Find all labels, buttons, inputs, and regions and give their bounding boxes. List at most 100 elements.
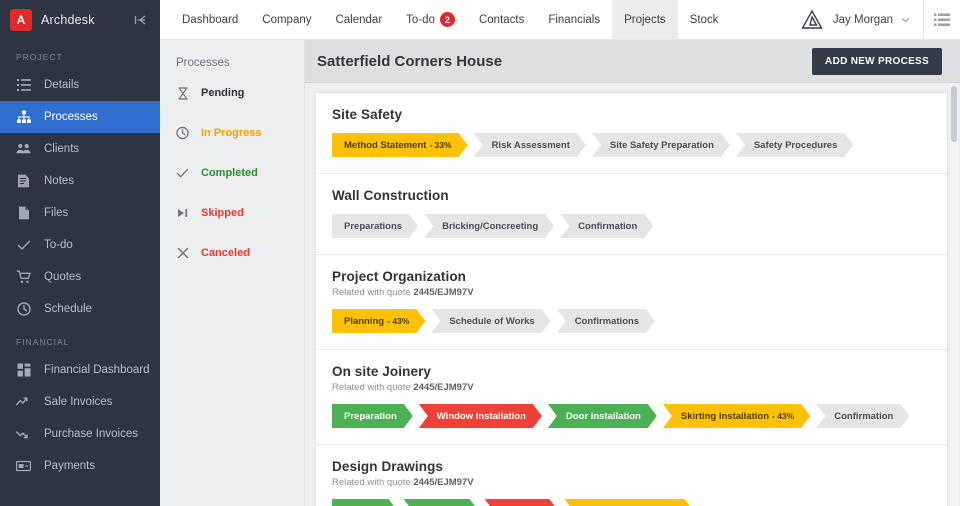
nav-tab-financials[interactable]: Financials <box>536 0 612 39</box>
filter-label: In Progress <box>201 127 262 139</box>
process-step[interactable]: Revision <box>485 499 559 506</box>
filter-label: Completed <box>201 167 258 179</box>
sidebar-section-label: PROJECT <box>0 40 160 69</box>
process-title: Site Safety <box>332 107 931 122</box>
user-menu[interactable]: Jay Morgan <box>794 0 924 40</box>
process-title: On site Joinery <box>332 364 931 379</box>
sidebar-item-schedule[interactable]: Schedule <box>0 293 160 325</box>
process-step-list: Preparation Window Installation Door insta… <box>332 404 931 428</box>
nav-tab-projects[interactable]: Projects <box>612 0 678 39</box>
nav-tab-stock[interactable]: Stock <box>678 0 731 39</box>
filter-skipped[interactable]: Skipped <box>160 197 304 229</box>
brand-logo: A <box>10 9 32 31</box>
process-card[interactable]: Project Organization Related with quote 2… <box>316 255 947 350</box>
process-step[interactable]: Confirmations <box>557 309 655 333</box>
process-step[interactable]: Schedule of Works <box>431 309 550 333</box>
sidebar-item-label: To-do <box>44 239 73 251</box>
nav-tab-label: Projects <box>624 14 666 26</box>
sidebar-item-purchase-invoices[interactable]: Purchase Invoices <box>0 418 160 450</box>
sidebar-item-to-do[interactable]: To-do <box>0 229 160 261</box>
process-step[interactable]: Risk Assessment <box>474 133 586 157</box>
sidebar-item-files[interactable]: Files <box>0 197 160 229</box>
sidebar-item-label: Notes <box>44 175 74 187</box>
sidebar-item-label: Schedule <box>44 303 92 315</box>
nav-tab-badge: 2 <box>440 12 455 27</box>
nav-tab-label: Contacts <box>479 14 524 26</box>
skip-icon <box>176 207 189 220</box>
process-step-label: Window Installation <box>437 411 526 422</box>
filter-label: Canceled <box>201 247 250 259</box>
process-step-label: Method Statement <box>344 140 426 151</box>
process-card[interactable]: On site JoineryRelated with quote 2445/E… <box>316 350 947 445</box>
process-title: Project Organization <box>332 269 931 284</box>
dashboard-icon <box>16 363 31 378</box>
filter-canceled[interactable]: Canceled <box>160 237 304 269</box>
main-content: Satterfield Corners House ADD NEW PROCES… <box>305 40 960 506</box>
hourglass-icon <box>176 87 189 100</box>
process-card-list[interactable]: Site Safety Method Statement- 33% Risk Ass… <box>315 92 948 506</box>
process-step-label: Door installation <box>566 411 641 422</box>
nav-tab-dashboard[interactable]: Dashboard <box>170 0 250 39</box>
avatar <box>800 7 825 32</box>
process-step[interactable]: Planning- 43% <box>332 309 425 333</box>
brand-header: A Archdesk <box>0 0 160 40</box>
process-step[interactable]: Bricking/Concreeting <box>424 214 554 238</box>
nav-tab-to-do[interactable]: To-do2 <box>394 0 467 39</box>
process-step[interactable]: Confirmation <box>816 404 909 428</box>
process-card[interactable]: Site Safety Method Statement- 33% Risk Ass… <box>316 93 947 174</box>
process-step-label: Confirmation <box>578 221 637 232</box>
sidebar-item-payments[interactable]: Payments <box>0 450 160 482</box>
process-step[interactable]: Client Approval- 50% <box>564 499 693 506</box>
scrollbar-track[interactable] <box>950 84 958 506</box>
process-step[interactable]: Preparation <box>332 404 413 428</box>
process-step[interactable]: Drawing <box>332 499 397 506</box>
main-nav-items: DashboardCompanyCalendarTo-do2 Contacts Fi… <box>160 0 730 39</box>
nav-tab-label: Stock <box>690 14 719 26</box>
sidebar-item-details[interactable]: Details <box>0 69 160 101</box>
sidebar-item-notes[interactable]: Notes <box>0 165 160 197</box>
process-step[interactable]: Safety Procedures <box>736 133 853 157</box>
top-nav-right: Jay Morgan <box>794 0 960 39</box>
process-step[interactable]: Site Safety Preparation <box>592 133 730 157</box>
scrollbar-thumb[interactable] <box>951 86 957 142</box>
quote-number: 2445/EJM97V <box>413 477 473 488</box>
process-card[interactable]: Design DrawingsRelated with quote 2445/E… <box>316 445 947 506</box>
nav-tab-company[interactable]: Company <box>250 0 323 39</box>
filter-completed[interactable]: Completed <box>160 157 304 189</box>
filter-pending[interactable]: Pending <box>160 77 304 109</box>
sidebar-item-clients[interactable]: Clients <box>0 133 160 165</box>
clock-icon <box>176 127 189 140</box>
quote-number: 2445/EJM97V <box>413 287 473 298</box>
sidebar-item-sale-invoices[interactable]: Sale Invoices <box>0 386 160 418</box>
process-step[interactable]: Skirting Installation- 43% <box>663 404 810 428</box>
process-card[interactable]: Wall ConstructionPreparationsBricking/Co… <box>316 174 947 255</box>
process-step[interactable]: Window Installation <box>419 404 542 428</box>
chevron-down-icon <box>901 15 910 25</box>
list-menu-icon[interactable] <box>924 0 960 40</box>
process-step[interactable]: Preparations <box>332 214 418 238</box>
sidebar-item-financial-dashboard[interactable]: Financial Dashboard <box>0 354 160 386</box>
process-step-label: Risk Assessment <box>492 140 570 151</box>
payment-card-icon <box>16 459 31 474</box>
sidebar-item-processes[interactable]: Processes <box>0 101 160 133</box>
add-new-process-button[interactable]: ADD NEW PROCESS <box>812 48 942 75</box>
process-step[interactable]: Door installation <box>548 404 657 428</box>
filter-in-progress[interactable]: In Progress <box>160 117 304 149</box>
filter-label: Skipped <box>201 207 244 219</box>
note-icon <box>16 174 31 189</box>
sidebar-item-label: Processes <box>44 111 98 123</box>
process-step[interactable]: Confirmation <box>560 214 653 238</box>
collapse-left-icon[interactable] <box>132 11 150 29</box>
nav-tab-calendar[interactable]: Calendar <box>323 0 394 39</box>
process-step[interactable]: Approval <box>403 499 478 506</box>
process-related-quote: Related with quote 2445/EJM97V <box>332 287 931 298</box>
process-step[interactable]: Method Statement- 33% <box>332 133 468 157</box>
process-step-label: Planning <box>344 316 384 327</box>
process-step-label: Confirmations <box>575 316 639 327</box>
process-step-label: Schedule of Works <box>449 316 534 327</box>
nav-tab-contacts[interactable]: Contacts <box>467 0 536 39</box>
sidebar-item-quotes[interactable]: Quotes <box>0 261 160 293</box>
file-icon <box>16 206 31 221</box>
check-icon <box>16 238 31 253</box>
app-root: A Archdesk PROJECTDetails Processes Client… <box>0 0 960 506</box>
